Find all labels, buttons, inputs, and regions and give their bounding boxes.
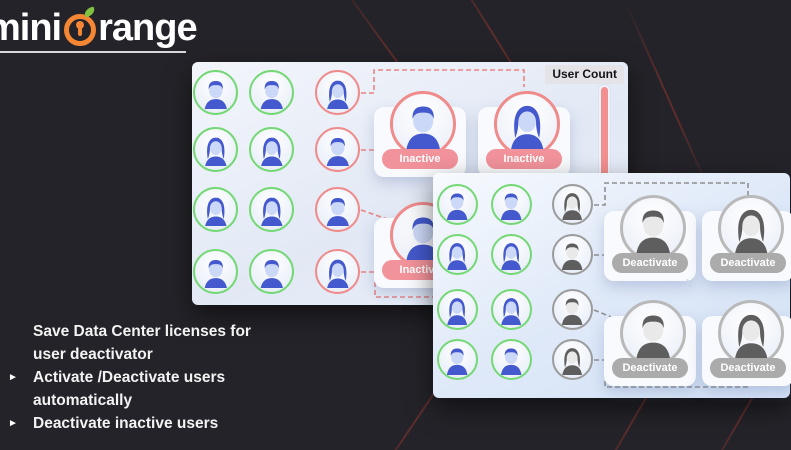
user-avatar-red-ring xyxy=(315,127,360,172)
user-avatar-large xyxy=(620,300,686,366)
user-avatar-green-ring xyxy=(193,70,238,115)
user-avatar-green-ring xyxy=(491,339,532,380)
user-status-card: Deactivate xyxy=(604,195,696,281)
user-avatar-icon xyxy=(496,189,526,219)
user-avatar-green-ring xyxy=(437,184,478,225)
user-avatar-large xyxy=(390,91,456,157)
user-avatar-icon xyxy=(199,76,233,110)
user-avatar-gray-ring xyxy=(552,184,593,225)
user-avatar-green-ring xyxy=(491,234,532,275)
user-avatar-green-ring xyxy=(193,187,238,232)
user-avatar-icon xyxy=(199,255,233,289)
user-avatar-icon xyxy=(255,76,289,110)
user-avatar-icon xyxy=(321,76,355,110)
user-avatar-red-ring xyxy=(315,249,360,294)
background-curve xyxy=(623,0,714,201)
feature-item-text: Deactivate inactive users xyxy=(33,412,268,435)
user-avatar-icon xyxy=(628,308,678,358)
user-avatar-icon xyxy=(726,203,776,253)
user-avatar-icon xyxy=(496,344,526,374)
user-avatar-icon xyxy=(442,294,472,324)
user-avatar-icon xyxy=(502,99,552,149)
user-avatar-icon xyxy=(199,133,233,167)
user-avatar-green-ring xyxy=(193,249,238,294)
user-avatar-icon xyxy=(442,189,472,219)
user-status-card: Deactivate xyxy=(702,195,791,281)
user-avatar-gray-ring xyxy=(552,234,593,275)
user-avatar-large xyxy=(718,300,784,366)
user-avatar-red-ring xyxy=(315,70,360,115)
user-avatar-green-ring xyxy=(249,70,294,115)
user-avatar-green-ring xyxy=(491,289,532,330)
inactive-button[interactable]: Inactive xyxy=(382,149,458,169)
user-avatar-icon xyxy=(557,189,587,219)
user-avatar-icon xyxy=(628,203,678,253)
user-avatar-red-ring xyxy=(315,187,360,232)
user-avatar-icon xyxy=(557,239,587,269)
deactivate-users-panel: Deactivate Deactivate Deactivate Deactiv… xyxy=(433,173,790,398)
user-avatar-large xyxy=(718,195,784,261)
user-avatar-green-ring xyxy=(249,187,294,232)
deactivate-button[interactable]: Deactivate xyxy=(710,253,786,273)
feature-list: Save Data Center licenses for user deact… xyxy=(8,320,308,435)
user-avatar-icon xyxy=(199,193,233,227)
user-avatar-green-ring xyxy=(249,127,294,172)
user-avatar-green-ring xyxy=(437,234,478,275)
user-status-card: Inactive xyxy=(478,91,570,177)
user-avatar-icon xyxy=(496,294,526,324)
feature-item-text: Activate /Deactivate users automatically xyxy=(33,366,268,412)
deactivate-button[interactable]: Deactivate xyxy=(612,358,688,378)
user-avatar-icon xyxy=(726,308,776,358)
user-status-card: Deactivate xyxy=(604,300,696,386)
feature-item: ► Activate /Deactivate users automatical… xyxy=(8,366,308,412)
user-avatar-icon xyxy=(496,239,526,269)
deactivate-button[interactable]: Deactivate xyxy=(612,253,688,273)
orange-lock-leaf-icon xyxy=(64,14,96,46)
triangle-bullet-icon: ► xyxy=(8,412,33,435)
deactivate-button[interactable]: Deactivate xyxy=(710,358,786,378)
user-avatar-gray-ring xyxy=(552,289,593,330)
user-status-card: Deactivate xyxy=(702,300,791,386)
user-avatar-green-ring xyxy=(437,339,478,380)
user-avatar-icon xyxy=(321,193,355,227)
user-avatar-icon xyxy=(442,239,472,269)
user-avatar-green-ring xyxy=(437,289,478,330)
user-avatar-icon xyxy=(255,193,289,227)
marketing-banner: mini range xyxy=(0,0,791,450)
user-count-label: User Count xyxy=(545,65,624,84)
leaf-icon xyxy=(83,6,96,17)
user-avatar-icon xyxy=(255,255,289,289)
user-avatar-icon xyxy=(255,133,289,167)
user-avatar-large xyxy=(494,91,560,157)
user-avatar-icon xyxy=(398,99,448,149)
logo-text-pre: mini xyxy=(0,8,61,48)
user-avatar-icon xyxy=(321,255,355,289)
user-avatar-icon xyxy=(557,344,587,374)
user-avatar-large xyxy=(620,195,686,261)
triangle-bullet-icon: ► xyxy=(8,366,33,412)
inactive-button[interactable]: Inactive xyxy=(486,149,562,169)
logo-text-post: range xyxy=(98,8,196,48)
chevron-down-icon: ∨ xyxy=(685,275,695,291)
user-avatar-green-ring xyxy=(193,127,238,172)
user-avatar-icon xyxy=(442,344,472,374)
user-avatar-gray-ring xyxy=(552,339,593,380)
user-status-card: Inactive xyxy=(374,91,466,177)
user-avatar-green-ring xyxy=(249,249,294,294)
miniorange-logo: mini range xyxy=(0,8,197,48)
feature-item: ► Deactivate inactive users xyxy=(8,412,308,435)
feature-heading: Save Data Center licenses for user deact… xyxy=(33,320,278,366)
logo-underline xyxy=(0,51,186,53)
user-avatar-icon xyxy=(321,133,355,167)
user-avatar-icon xyxy=(557,294,587,324)
user-avatar-green-ring xyxy=(491,184,532,225)
